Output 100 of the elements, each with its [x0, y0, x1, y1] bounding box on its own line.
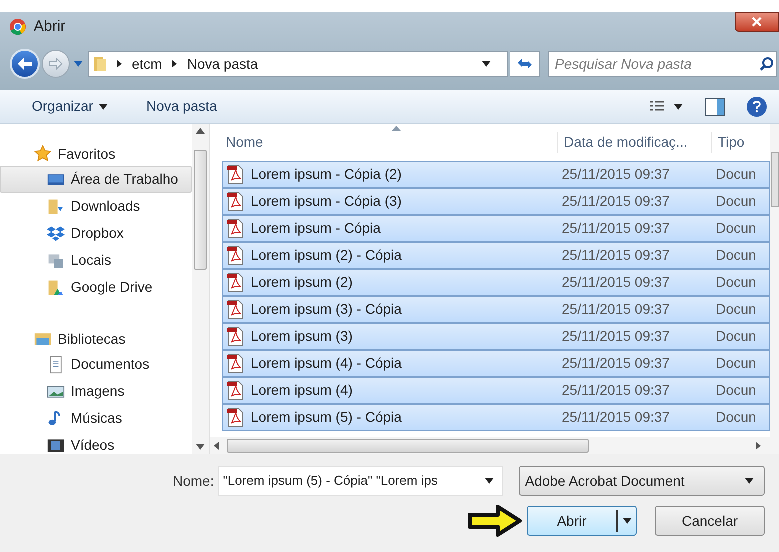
file-type: Docun [715, 327, 758, 346]
caret-icon [99, 104, 108, 110]
sidebar-item[interactable]: Área de Trabalho [0, 166, 192, 193]
sidebar-item[interactable]: Músicas [0, 405, 192, 432]
breadcrumb[interactable]: Nova pasta [187, 54, 258, 74]
sidebar-item[interactable]: Dropbox [0, 220, 192, 247]
scroll-thumb[interactable] [770, 152, 778, 207]
file-name: Lorem ipsum - Cópia (3) [251, 192, 402, 211]
pdf-file-icon [227, 326, 245, 346]
folder-icon [47, 198, 65, 216]
sidebar-item[interactable]: Google Drive [0, 274, 192, 301]
address-bar[interactable]: etcm Nova pasta [88, 51, 508, 77]
sidebar-item[interactable]: Locais [0, 247, 192, 274]
file-type: Docun [715, 192, 758, 211]
caret-icon [485, 478, 494, 484]
modified-date: 25/11/2015 09:37 [561, 219, 671, 238]
file-name: Lorem ipsum (4) [251, 381, 353, 400]
breadcrumb[interactable]: etcm [132, 54, 162, 74]
view-options-button[interactable] [650, 100, 683, 114]
refresh-button[interactable] [510, 51, 540, 77]
file-name: Lorem ipsum (3) [251, 327, 353, 346]
file-type: Docun [715, 381, 758, 400]
search-icon [760, 57, 774, 71]
sort-arrow-icon [392, 126, 401, 131]
modified-date: 25/11/2015 09:37 [561, 381, 671, 400]
file-row[interactable]: Lorem ipsum - Cópia (2) 25/11/2015 09:37 Docun [222, 161, 770, 188]
file-row[interactable]: Lorem ipsum (2) 25/11/2015 09:37 Docun [222, 269, 770, 296]
cancel-button[interactable]: Cancelar [655, 506, 765, 536]
caret-icon [674, 104, 683, 110]
file-name: Lorem ipsum (3) - Cópia [251, 300, 402, 319]
pdf-file-icon [227, 408, 245, 428]
file-row[interactable]: Lorem ipsum (3) - Cópia 25/11/2015 09:37 Docun [222, 296, 770, 323]
file-name: Lorem ipsum (4) - Cópia [251, 354, 402, 373]
file-type-dropdown[interactable]: Adobe Acrobat Document [519, 466, 765, 496]
open-button[interactable]: Abrir [527, 506, 637, 536]
sidebar-item[interactable]: Downloads [0, 193, 192, 220]
pdf-file-icon [227, 300, 245, 320]
folder-icon [93, 56, 107, 72]
vertical-scrollbar[interactable] [192, 124, 209, 454]
pdf-file-icon [227, 164, 245, 184]
arrow-right-icon [49, 58, 63, 70]
scroll-up-icon [196, 128, 205, 134]
file-row[interactable]: Lorem ipsum (4) 25/11/2015 09:37 Docun [222, 377, 770, 404]
file-type: Docun [715, 354, 758, 373]
sidebar-item[interactable]: Documentos [0, 351, 192, 378]
star-icon [34, 145, 52, 163]
modified-date: 25/11/2015 09:37 [561, 273, 671, 292]
help-button[interactable] [747, 96, 767, 116]
close-icon [752, 17, 762, 27]
caret-icon [482, 61, 491, 67]
back-button[interactable] [10, 49, 40, 79]
file-row[interactable]: Lorem ipsum (4) - Cópia 25/11/2015 09:37 Docun [222, 350, 770, 377]
file-type: Docun [715, 408, 758, 427]
sidebar-item[interactable]: Imagens [0, 378, 192, 405]
sidebar-heading[interactable]: Bibliotecas [58, 328, 126, 350]
file-row[interactable]: Lorem ipsum - Cópia (3) 25/11/2015 09:37 Docun [222, 188, 770, 215]
scroll-thumb[interactable] [194, 150, 207, 270]
pdf-file-icon [227, 354, 245, 374]
file-name: Lorem ipsum (2) [251, 273, 353, 292]
file-name-combo[interactable]: "Lorem ipsum (5) - Cópia" "Lorem ips [218, 466, 504, 496]
vertical-scrollbar[interactable] [770, 124, 779, 437]
list-view-icon [650, 100, 664, 114]
question-mark-icon [753, 100, 761, 112]
file-name: Lorem ipsum - Cópia [251, 219, 381, 238]
pdf-file-icon [227, 380, 245, 400]
sidebar-heading[interactable]: Favoritos [58, 144, 116, 164]
scroll-thumb[interactable] [227, 438, 589, 452]
film-icon [47, 436, 65, 454]
file-name: Lorem ipsum (5) - Cópia [251, 408, 402, 427]
file-name-value: "Lorem ipsum (5) - Cópia" "Lorem ips [223, 472, 439, 490]
pdf-file-icon [227, 192, 245, 212]
pdf-file-icon [227, 246, 245, 266]
search-field[interactable]: Pesquisar Nova pasta [548, 51, 777, 77]
column-header[interactable]: Data de modificaç... [557, 132, 711, 153]
file-row[interactable]: Lorem ipsum (5) - Cópia 25/11/2015 09:37 Docun [222, 404, 770, 431]
modified-date: 25/11/2015 09:37 [561, 300, 671, 319]
caret-icon [745, 478, 754, 484]
new-folder-button[interactable]: Nova pasta [146, 96, 218, 117]
refresh-arrows-icon [516, 57, 532, 71]
organize-menu[interactable]: Organizar [32, 96, 108, 117]
scroll-down-icon [196, 444, 205, 450]
preview-pane-button[interactable] [705, 98, 725, 116]
horizontal-scrollbar[interactable] [210, 437, 779, 454]
arrow-right-icon [467, 505, 523, 537]
file-row[interactable]: Lorem ipsum - Cópia 25/11/2015 09:37 Docun [222, 215, 770, 242]
window-title: Abrir [34, 16, 66, 37]
chevron-right-icon [117, 60, 122, 68]
sidebar-item[interactable]: Vídeos [0, 432, 192, 459]
file-row[interactable]: Lorem ipsum (2) - Cópia 25/11/2015 09:37 Docun [222, 242, 770, 269]
file-name: Lorem ipsum - Cópia (2) [251, 165, 402, 184]
column-header[interactable]: Nome [222, 132, 557, 153]
file-type: Docun [715, 246, 758, 265]
box-icon [47, 224, 65, 242]
caret-icon [74, 61, 82, 67]
close-button[interactable] [735, 12, 779, 32]
file-type: Docun [715, 165, 758, 184]
file-name: Lorem ipsum (2) - Cópia [251, 246, 402, 265]
modified-date: 25/11/2015 09:37 [561, 165, 671, 184]
file-row[interactable]: Lorem ipsum (3) 25/11/2015 09:37 Docun [222, 323, 770, 350]
app-icon [10, 19, 26, 35]
